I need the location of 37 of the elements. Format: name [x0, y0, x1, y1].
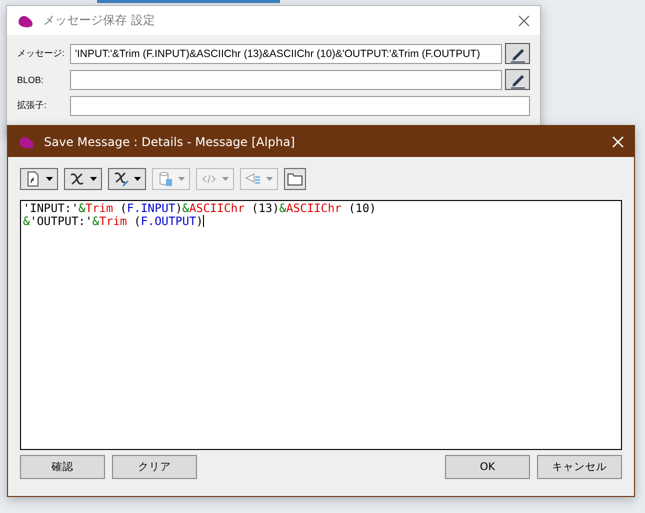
database-icon [157, 171, 173, 187]
input-field[interactable]: 'INPUT:'&Trim (F.INPUT)&ASCIIChr (13)&ASCIIChr (10)&'OUTPUT:'&Trim (F.OUTPUT) [70, 44, 502, 64]
tree-icon [245, 171, 261, 187]
field-label: 拡張子: [17, 99, 48, 112]
field-value: 'INPUT:'&Trim (F.INPUT)&ASCIIChr (13)&ASCIIChr (10)&'OUTPUT:'&Trim (F.OUTPUT) [75, 48, 480, 60]
logo-icon [17, 14, 35, 28]
dialog-button[interactable]: 確認 [20, 455, 105, 479]
code-line: 'INPUT:'&Trim (F.INPUT)&ASCIIChr (13)&ASCIIChr (10) [23, 202, 378, 215]
script-x-percent-icon [113, 171, 129, 187]
close-icon[interactable] [518, 14, 530, 26]
input-field[interactable] [70, 70, 502, 90]
document-icon [25, 171, 41, 187]
field-label: BLOB: [17, 74, 45, 84]
field-label: メッセージ: [17, 47, 66, 60]
logo-icon [18, 134, 36, 148]
input-field[interactable] [70, 96, 530, 116]
caret-icon [46, 177, 53, 181]
dropdown-button[interactable] [64, 168, 102, 190]
caret-icon [178, 177, 185, 181]
caret-icon [266, 177, 273, 181]
caret-icon [90, 177, 97, 181]
dropdown-button[interactable] [108, 168, 146, 190]
script-x-icon [69, 171, 85, 187]
dialog-button[interactable]: クリア [112, 455, 197, 479]
edit-button[interactable] [505, 69, 530, 90]
dialog-button[interactable]: OK [445, 455, 530, 479]
code-editor[interactable]: 'INPUT:'&Trim (F.INPUT)&ASCIIChr (13)&ASCIIChr (10) &'OUTPUT:'&Trim (F.OUTPUT) [20, 200, 622, 450]
code-line: &'OUTPUT:'&Trim (F.OUTPUT) [23, 215, 206, 228]
caret-icon [134, 177, 141, 181]
folder-button[interactable] [284, 168, 306, 190]
dialog-button[interactable]: キャンセル [537, 455, 622, 479]
dialog-title: Save Message : Details - Message [Alpha] [44, 134, 296, 148]
window-title: メッセージ保存 設定 [43, 12, 156, 29]
dropdown-button[interactable] [20, 168, 58, 190]
caret-icon [222, 177, 229, 181]
folder-icon [287, 171, 303, 187]
edit-button[interactable] [505, 43, 530, 64]
